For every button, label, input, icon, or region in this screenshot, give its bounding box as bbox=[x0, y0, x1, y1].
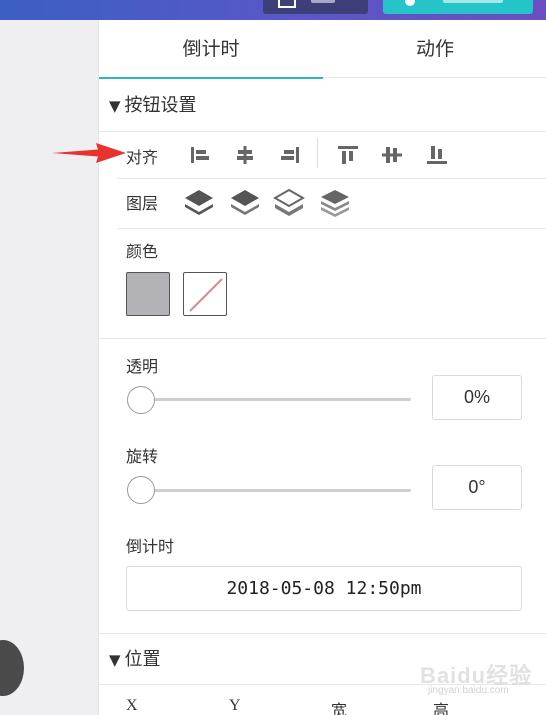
tab-action[interactable]: 动作 bbox=[323, 20, 546, 78]
layer-label: 图层 bbox=[126, 194, 159, 213]
bring-forward-icon[interactable] bbox=[229, 188, 261, 218]
position-y-label: Y bbox=[229, 697, 241, 714]
opacity-value-box[interactable]: 0% bbox=[432, 375, 522, 420]
opacity-label: 透明 bbox=[126, 357, 159, 376]
send-backward-icon[interactable] bbox=[273, 188, 305, 218]
floating-action-button[interactable] bbox=[0, 640, 24, 696]
opacity-slider-knob[interactable] bbox=[127, 386, 155, 414]
editor-canvas bbox=[0, 20, 98, 715]
countdown-datetime-input[interactable]: 2018-05-08 12:50pm bbox=[126, 566, 522, 611]
rotation-slider-track[interactable] bbox=[135, 489, 411, 492]
position-width-label: 宽 bbox=[331, 703, 348, 715]
no-color-slash-icon bbox=[189, 278, 223, 312]
align-top-icon[interactable] bbox=[337, 144, 359, 166]
rotation-label: 旋转 bbox=[126, 447, 159, 466]
rotation-value-box[interactable]: 0° bbox=[432, 465, 522, 510]
position-x-label: X bbox=[126, 697, 138, 714]
no-color-swatch[interactable] bbox=[183, 272, 227, 316]
position-height-label: 高 bbox=[433, 703, 450, 715]
top-preview-button[interactable] bbox=[263, 0, 368, 14]
opacity-slider-track[interactable] bbox=[135, 398, 411, 401]
fill-color-swatch[interactable] bbox=[126, 272, 170, 316]
bring-to-front-icon[interactable] bbox=[183, 188, 215, 218]
align-middle-v-icon[interactable] bbox=[381, 144, 403, 166]
countdown-label: 倒计时 bbox=[126, 537, 175, 556]
circle-icon bbox=[405, 0, 415, 6]
align-bottom-icon[interactable] bbox=[426, 144, 448, 166]
tab-countdown[interactable]: 倒计时 bbox=[99, 20, 323, 79]
top-toolbar bbox=[0, 0, 546, 20]
align-divider bbox=[317, 138, 318, 168]
align-right-icon[interactable] bbox=[279, 144, 301, 166]
properties-panel: 倒计时 动作 ▼ 按钮设置 对齐 图层 颜色 透明 0% 旋转 0° 倒计时 2… bbox=[98, 20, 546, 715]
collapse-triangle-icon: ▼ bbox=[109, 651, 121, 669]
align-left-icon[interactable] bbox=[189, 144, 211, 166]
panel-tabs: 倒计时 动作 bbox=[99, 20, 546, 79]
section-title: 按钮设置 bbox=[124, 95, 197, 116]
baidu-watermark-url: jingyan.baidu.com bbox=[428, 685, 509, 696]
collapse-triangle-icon: ▼ bbox=[109, 97, 121, 115]
section-title: 位置 bbox=[124, 649, 161, 670]
align-label: 对齐 bbox=[126, 148, 159, 167]
color-label: 颜色 bbox=[126, 242, 159, 261]
top-save-button[interactable] bbox=[383, 0, 533, 14]
align-center-h-icon[interactable] bbox=[234, 144, 256, 166]
send-to-back-icon[interactable] bbox=[319, 188, 351, 218]
annotation-arrow-icon bbox=[52, 143, 126, 163]
screen-icon bbox=[278, 0, 296, 8]
section-header-button-settings[interactable]: ▼ 按钮设置 bbox=[99, 80, 546, 132]
rotation-slider-knob[interactable] bbox=[127, 476, 155, 504]
